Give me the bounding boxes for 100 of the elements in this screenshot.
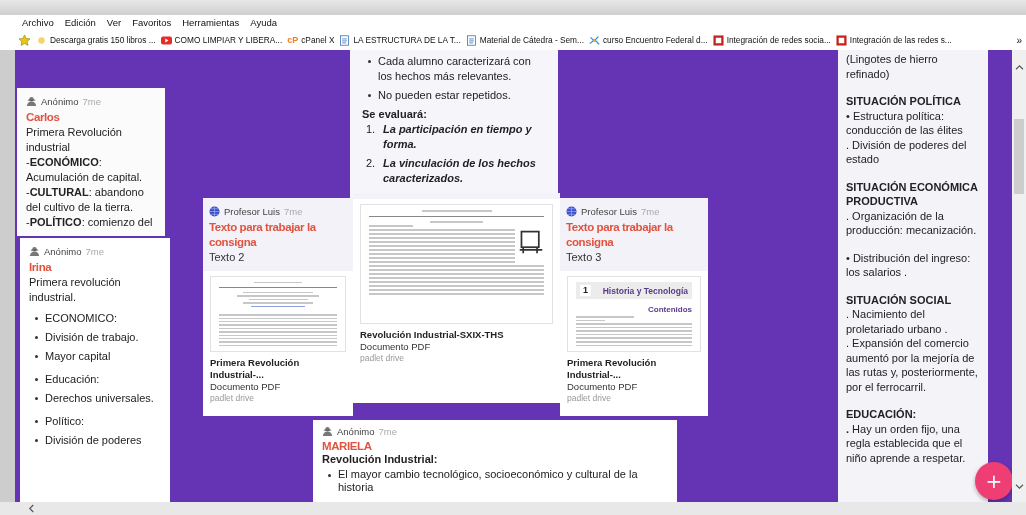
list-item-text: El mayor cambio tecnológico, socioeconómico y cultural de la historia [338,468,639,494]
post-heading: Revolución Industrial: [322,453,439,466]
post-text: . Nacimiento del proletariado urbano . [846,307,949,336]
author-name: Anónimo [44,244,82,259]
bullet-icon [35,355,38,358]
document-icon [339,34,351,46]
post-text: -CULTURAL: abandono del cultivo de la tierra. [26,185,145,215]
file-attachment[interactable]: Revolución Industrial-SXIX-THS Documento PDF padlet drive [353,199,560,403]
horizontal-scrollbar[interactable] [0,502,1026,515]
post-time: 7me [82,94,101,109]
file-attachment[interactable]: 1 Historia y Tecnología Contenidos Primera Revolución Industrial-... Documento PDF padlet drive [560,271,708,416]
bullet-icon [35,397,38,400]
post-text: -POLÍTICO: comienzo del [26,215,154,230]
file-type: Documento PDF [210,381,282,393]
globe-icon [566,205,577,217]
document-icon [465,34,477,46]
list-item-text: No pueden estar repetidos. [378,88,511,103]
square-icon [835,34,847,46]
author-name: Profesor Luis [224,204,280,219]
post-subtitle: Texto 2 [208,250,246,265]
bookmark-link[interactable]: Integración de redes socia... [712,34,831,46]
section-heading: EDUCACIÓN: [846,407,918,422]
post-text: . Organización de la producción: mecanización. [846,208,978,238]
section-heading: SITUACIÓN SOCIAL [846,292,953,307]
document-label: Contenidos [648,305,692,314]
menu-item[interactable]: Ayuda [250,17,277,28]
list-item-text: División de poderes [45,433,142,448]
bullet-icon [35,336,38,339]
video-icon [160,34,172,46]
post-heading: Se evaluará: [362,107,428,122]
list-item-text: La participación en tiempo y forma. [383,122,533,152]
file-name: Primera Revolución Industrial-... [567,357,658,381]
file-source: padlet drive [567,393,612,404]
sparkle-icon [588,34,600,46]
list-item-text: La vinculación de los hechos caracterizados. [383,156,537,186]
bookmark-link[interactable]: Integración de las redes s... [835,34,952,46]
bullet-icon [35,439,38,442]
file-type: Documento PDF [567,381,639,393]
person-icon [29,245,40,257]
post-title: Texto para trabajar la consigna [565,220,675,250]
logo-icon: cP [287,35,299,45]
menu-item[interactable]: Herramientas [182,17,240,28]
bookmark-link[interactable]: Descarga gratis 150 libros ... [36,34,156,46]
menu-item[interactable]: Ver [106,17,122,28]
post-time: 7me [284,204,303,219]
post-text: . División de poderes del estado [846,137,968,167]
document-heading: Historia y Tecnología [602,285,688,296]
author-name: Anónimo [41,94,79,109]
section-heading: SITUACIÓN POLÍTICA [846,94,962,109]
post-text: • Distribución del ingreso: los salarios . [846,250,972,280]
section-number: 1 [580,285,591,296]
file-name: Primera Revolución Industrial-... [210,357,301,381]
bullet-icon [368,94,371,97]
list-number: 2. [366,156,376,171]
post-text: Primera revolución industrial. [29,275,122,305]
scrollbar-thumb[interactable] [1014,119,1024,194]
menu-item[interactable]: Favoritos [132,17,172,28]
globe-icon [209,205,220,217]
post-time: 7me [641,204,660,219]
person-icon [322,425,333,437]
file-source: padlet drive [210,393,255,404]
post-title: MARIELA [322,440,373,453]
bullet-icon [35,317,38,320]
post-title: Irina [29,260,53,275]
post-text: Acumulación de capital. [26,170,144,185]
bookmark-link[interactable]: cP cPanel X [287,35,335,45]
bookmark-link[interactable]: curso Encuentro Federal d... [588,34,708,46]
post-time: 7me [378,424,397,438]
chevron-down-icon[interactable] [1014,483,1024,490]
chevron-up-icon[interactable] [1014,64,1024,71]
list-item-text: Mayor capital [45,349,111,364]
vertical-scrollbar[interactable] [1012,50,1026,502]
post-text: . Expansión del comercio aumentó por la mejoría de las rutas y, posteriormente, por el ferrocarril. [846,336,979,394]
post-text: (Lingotes de hierro refinado) [846,52,939,81]
bullet-icon [328,474,331,477]
list-item-text: ECONOMICO: [45,311,118,326]
bookmark-link[interactable]: COMO LIMPIAR Y LIBERA... [160,34,283,46]
star-icon[interactable] [18,33,31,47]
author-name: Anónimo [337,424,375,438]
file-type: Documento PDF [360,341,432,353]
post-title: Texto para trabajar la consigna [208,220,318,250]
sun-icon [36,34,47,46]
square-icon [712,34,724,46]
menu-item[interactable]: Edición [64,17,96,28]
post-text: • Estructura política: conducción de las élites [846,108,964,138]
file-source: padlet drive [360,353,405,364]
more-button[interactable]: » [1016,34,1022,46]
person-icon [26,95,37,107]
post-text: -ECONÓMICO: [26,155,103,170]
file-attachment[interactable]: Primera Revolución Industrial-... Documento PDF padlet drive [203,271,353,416]
list-number: 1. [366,122,376,137]
post-subtitle: Texto 3 [565,250,603,265]
list-item-text: División de trabajo. [45,330,139,345]
chevron-left-icon[interactable] [28,504,35,513]
menu-item[interactable]: Archivo [22,17,54,28]
post-time: 7me [85,244,104,259]
bookmark-link[interactable]: Material de Cátedra - Sem... [465,34,584,46]
post-title: Carlos [26,110,61,125]
post-text: Primera Revolución industrial [26,125,123,155]
bookmark-link[interactable]: LA ESTRUCTURA DE LA T... [339,34,461,46]
